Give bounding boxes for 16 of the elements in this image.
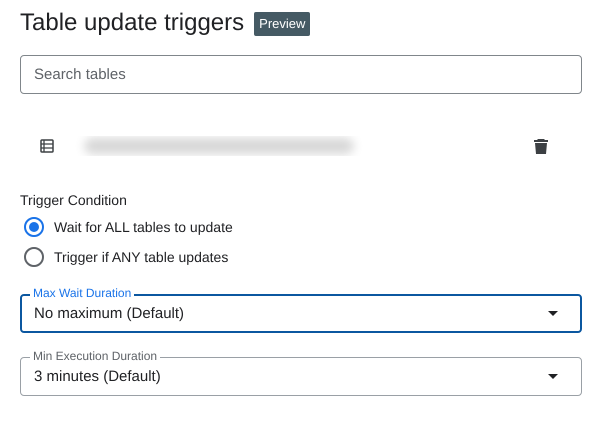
radio-button[interactable]: [24, 247, 44, 267]
section-label: Trigger Condition: [20, 191, 128, 210]
field-label: Max Wait Duration: [30, 286, 134, 300]
page-title: Table update triggers: [20, 11, 244, 35]
radio-button[interactable]: [24, 217, 44, 237]
preview-badge: Preview: [254, 12, 310, 36]
caret-icon: [548, 374, 558, 379]
table-icon: [40, 139, 54, 153]
radio-label: Wait for ALL tables to update: [54, 218, 233, 237]
dropdown-value: No maximum (Default): [34, 304, 184, 324]
search-field[interactable]: Search tables: [20, 55, 582, 94]
caret-icon: [548, 311, 558, 316]
delete-icon[interactable]: [534, 138, 548, 154]
field-label: Min Execution Duration: [30, 349, 160, 363]
dropdown-value: 3 minutes (Default): [34, 367, 161, 388]
radio-label: Trigger if ANY table updates: [54, 248, 228, 267]
